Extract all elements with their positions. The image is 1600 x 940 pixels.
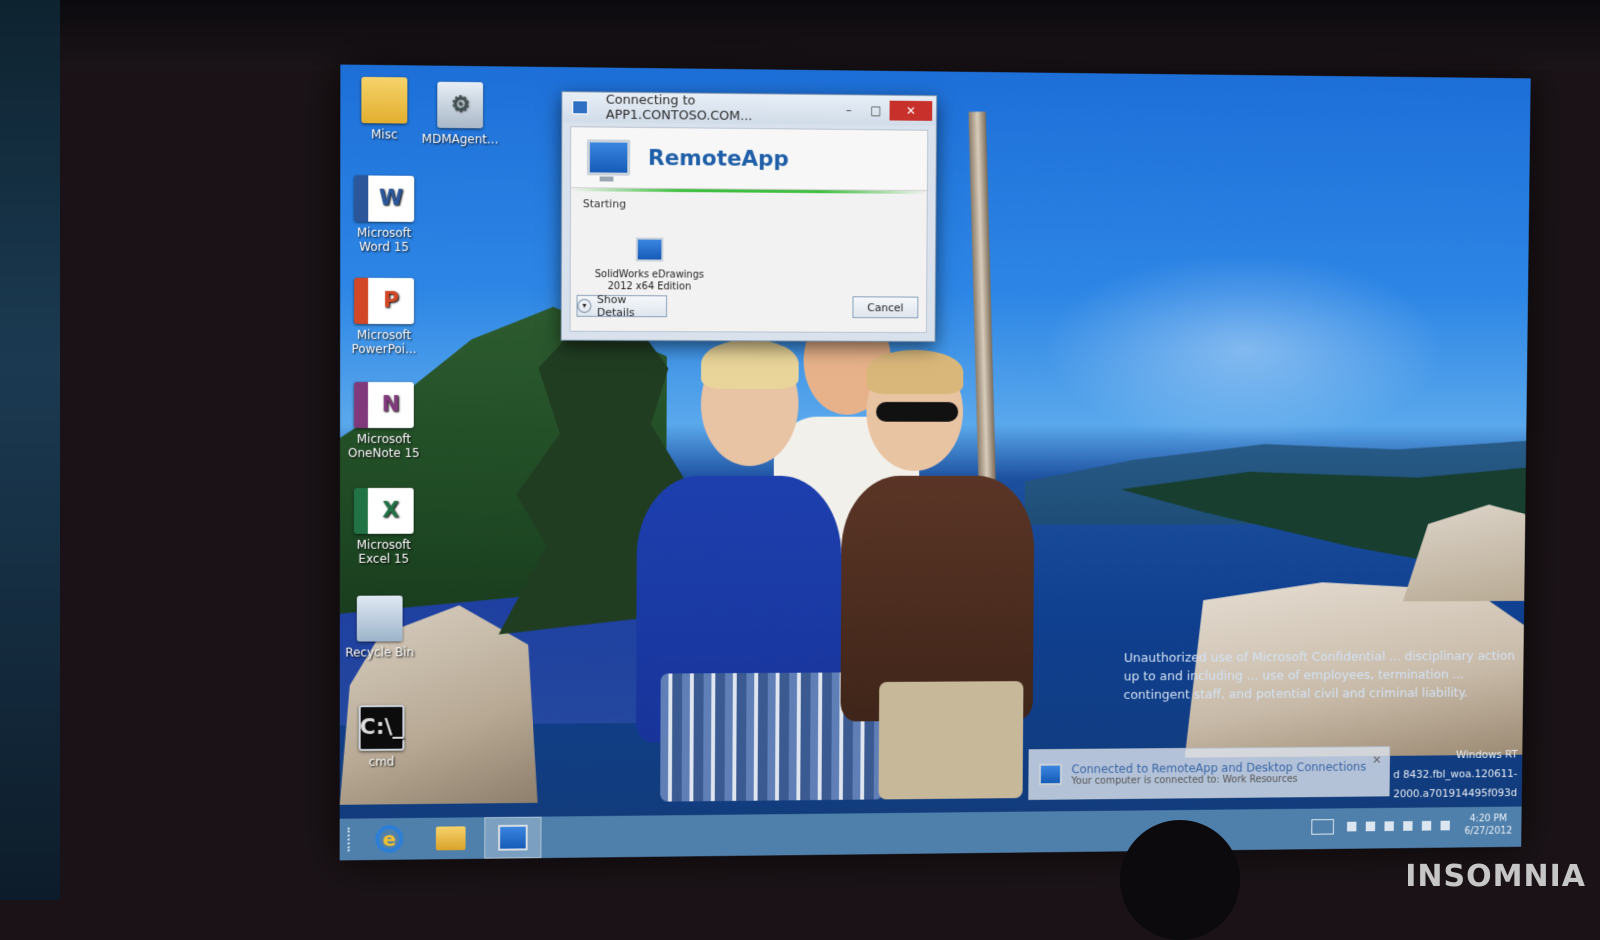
remoteapp-connecting-dialog: Connecting to APP1.CONTOSO.COM... – □ ✕ …: [560, 91, 938, 343]
cancel-button[interactable]: Cancel: [852, 296, 919, 319]
remoteapp-icon: [1038, 763, 1063, 786]
excel-icon: X: [353, 487, 414, 534]
onenote-icon: N: [354, 381, 414, 429]
desktop-icon-label: Recycle Bin: [345, 645, 415, 660]
desktop-icon-label: MDMAgent...: [421, 131, 499, 147]
minimize-button[interactable]: –: [835, 100, 862, 120]
desktop-icon-label: Microsoft PowerPoi...: [351, 327, 417, 357]
show-hidden-icons-icon[interactable]: [1346, 821, 1357, 832]
battery-icon[interactable]: [1440, 820, 1450, 831]
desktop-icon-label: cmd: [368, 754, 395, 769]
keyboard-icon[interactable]: [1311, 819, 1334, 835]
build-string: d 8432.fbl_woa.120611-2000.a701914495f09…: [1393, 767, 1518, 801]
dialog-title-bar[interactable]: Connecting to APP1.CONTOSO.COM... – □ ✕: [562, 92, 937, 126]
desktop-icon-onenote[interactable]: N Microsoft OneNote 15: [344, 381, 424, 461]
volume-icon[interactable]: [1421, 820, 1431, 831]
banner-title: RemoteApp: [647, 145, 789, 172]
wallpaper-person: [878, 681, 1024, 800]
windows-edition: Windows RT: [1456, 748, 1518, 762]
projected-screen: Misc ⚙ MDMAgent... W Microsoft Word 15 P…: [339, 64, 1531, 861]
chevron-down-icon: ▾: [577, 298, 592, 313]
system-tray: 4:20 PM 6/27/2012: [1311, 812, 1512, 839]
close-button[interactable]: ✕: [889, 100, 933, 121]
remote-connection-icon: [572, 100, 589, 115]
clock-date: 6/27/2012: [1464, 825, 1513, 837]
show-details-button[interactable]: ▾ Show Details: [576, 293, 668, 320]
folder-icon: [361, 76, 408, 124]
room-background-left: [0, 0, 60, 900]
remoteapp-icon: [498, 824, 528, 851]
room-background-top: [0, 0, 1600, 70]
taskbar-grip[interactable]: [347, 827, 356, 852]
remote-app-name: SolidWorks eDrawings 2012 x64 Edition: [594, 269, 704, 293]
desktop-icon-mdmagent[interactable]: ⚙ MDMAgent...: [420, 81, 500, 147]
build-watermark: Windows RT d 8432.fbl_woa.120611-2000.a7…: [1316, 745, 1518, 805]
powerpoint-icon: P: [354, 277, 415, 325]
flag-icon[interactable]: [1384, 821, 1394, 832]
desktop-icon-powerpoint[interactable]: P Microsoft PowerPoi...: [344, 277, 424, 357]
desktop-icon-word[interactable]: W Microsoft Word 15: [344, 175, 424, 254]
taskbar-remoteapp[interactable]: [484, 816, 542, 859]
desktop-icon-label: Misc: [371, 127, 398, 142]
clock[interactable]: 4:20 PM 6/27/2012: [1464, 812, 1512, 837]
legal-notice-text: Unauthorized use of Microsoft Confidenti…: [1123, 649, 1515, 703]
desktop-icon-excel[interactable]: X Microsoft Excel 15: [344, 487, 424, 566]
site-watermark: INSOMNIA: [1405, 859, 1586, 894]
wallpaper-sunglasses: [876, 401, 959, 422]
maximize-button[interactable]: □: [862, 100, 889, 120]
desktop-icon-recycle-bin[interactable]: Recycle Bin: [340, 595, 420, 660]
remoteapp-banner: RemoteApp: [570, 127, 928, 192]
status-text: Starting: [582, 197, 627, 211]
taskbar-internet-explorer[interactable]: e: [362, 819, 418, 859]
dialog-title: Connecting to APP1.CONTOSO.COM...: [605, 92, 753, 125]
remote-app-tile: SolidWorks eDrawings 2012 x64 Edition: [590, 237, 708, 293]
desktop-icon-cmd[interactable]: C:\_ cmd: [342, 704, 422, 769]
wallpaper-person: [866, 349, 964, 395]
taskbar-file-explorer[interactable]: [423, 818, 478, 858]
remoteapp-monitor-icon: [586, 139, 631, 176]
word-icon: W: [354, 175, 415, 222]
internet-explorer-icon: e: [375, 825, 404, 854]
cmd-icon: C:\_: [358, 704, 405, 751]
recycle-bin-icon: [356, 595, 403, 642]
audience-head-silhouette: [1120, 820, 1240, 940]
remote-app-icon: [635, 237, 664, 262]
file-explorer-icon: [435, 826, 466, 851]
desktop-icon-label: Microsoft Word 15: [356, 225, 412, 255]
show-details-label: Show Details: [597, 293, 635, 320]
desktop-icon-misc[interactable]: Misc: [344, 76, 424, 142]
clock-time: 4:20 PM: [1469, 813, 1508, 825]
mdm-agent-icon: ⚙: [437, 81, 484, 129]
desktop-icon-label: Microsoft Excel 15: [356, 537, 411, 566]
dialog-body: RemoteApp Starting SolidWorks eDrawings …: [569, 126, 929, 334]
remote-connection-tray-icon[interactable]: [1365, 821, 1375, 832]
desktop-icon-label: Microsoft OneNote 15: [348, 432, 420, 461]
network-icon[interactable]: [1402, 821, 1413, 831]
wallpaper-person: [701, 339, 799, 389]
